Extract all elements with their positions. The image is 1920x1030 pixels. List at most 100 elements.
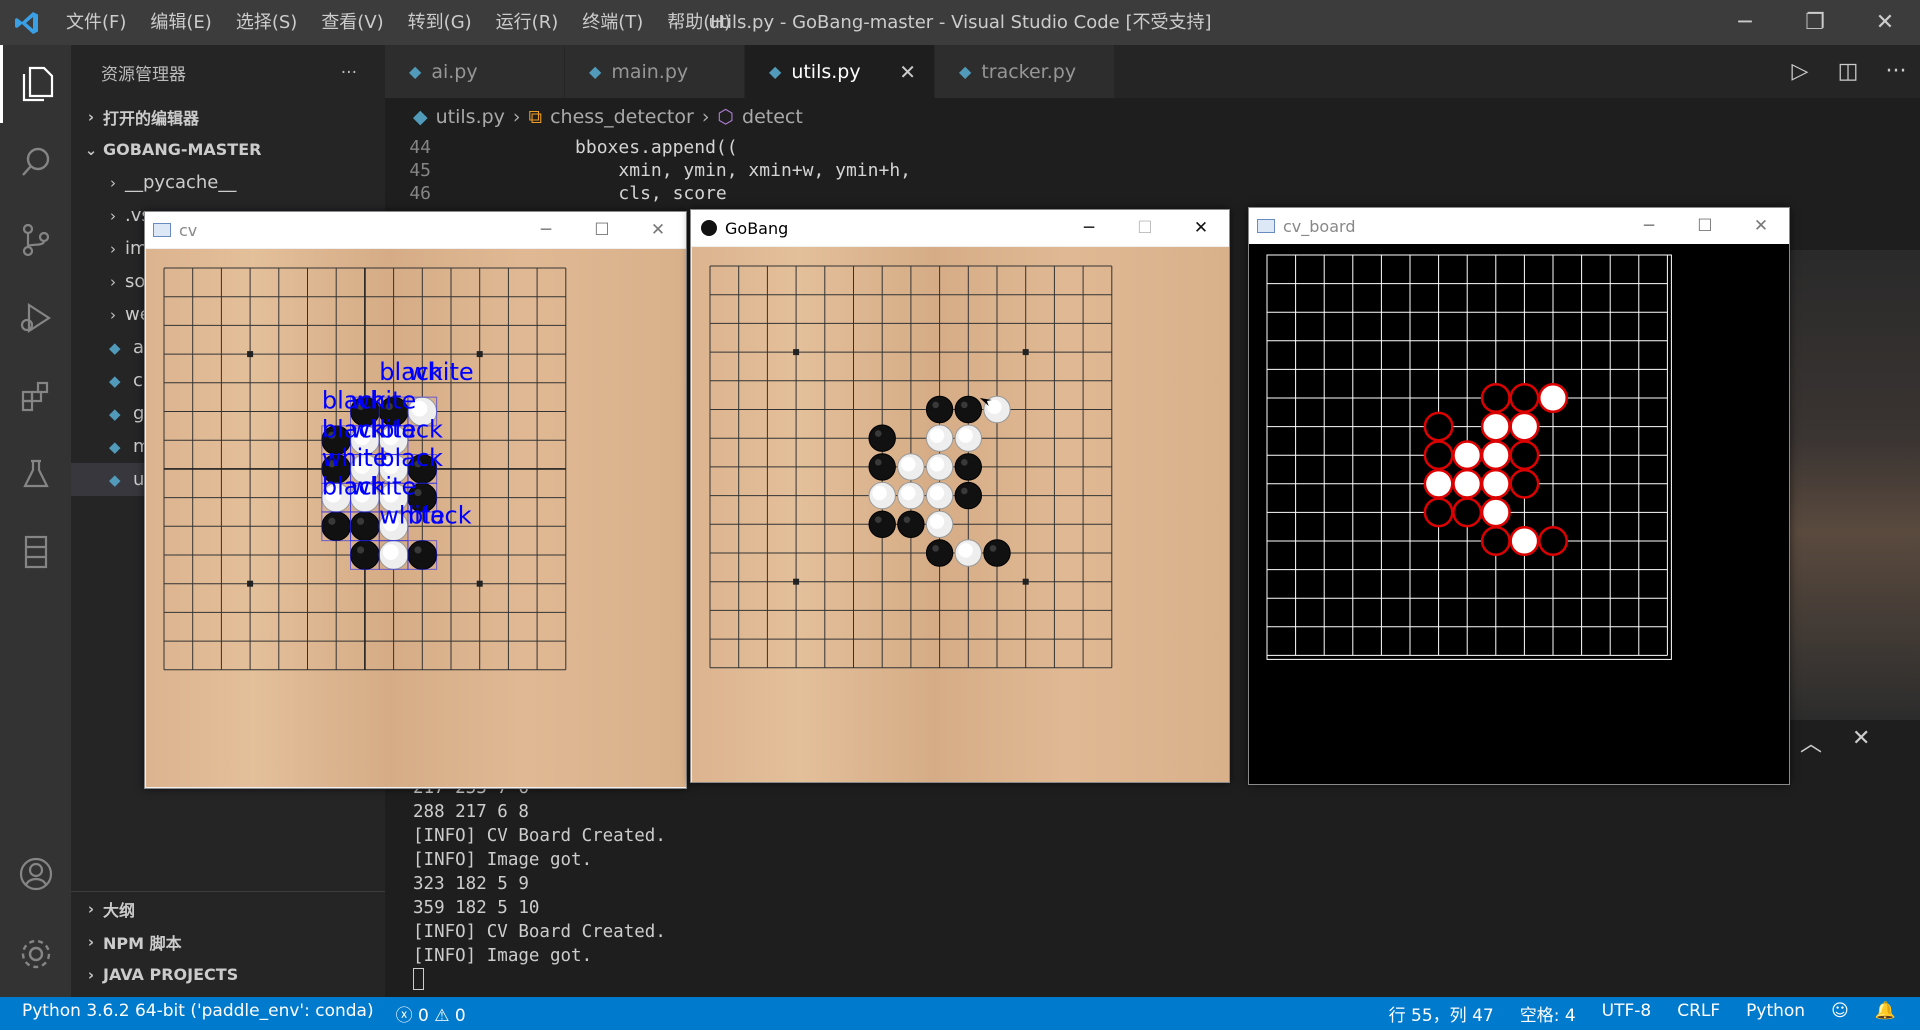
stone-highlight	[929, 456, 945, 472]
account-icon[interactable]	[0, 835, 71, 913]
maximize-panel-icon[interactable]: ︿	[1800, 726, 1822, 758]
split-editor-icon[interactable]: ◫	[1824, 59, 1872, 84]
menu-item[interactable]: 编辑(E)	[138, 0, 223, 45]
minimize-button[interactable]: ─	[518, 212, 574, 248]
run-icon[interactable]: ▷	[1776, 59, 1824, 84]
close-tab-icon[interactable]: ✕	[899, 60, 916, 84]
close-button[interactable]: ✕	[1733, 208, 1789, 244]
more-actions-icon[interactable]: ···	[341, 63, 357, 83]
black-stone	[868, 424, 896, 452]
source-control-icon[interactable]	[0, 201, 71, 279]
close-panel-icon[interactable]: ✕	[1852, 726, 1870, 758]
maximize-button[interactable]: ☐	[574, 212, 630, 248]
more-icon[interactable]: ···	[1872, 59, 1920, 84]
menu-item[interactable]: 文件(F)	[54, 0, 138, 45]
project-section[interactable]: ⌄ GOBANG-MASTER	[71, 133, 385, 166]
close-button[interactable]: ✕	[1850, 0, 1920, 45]
close-button[interactable]: ✕	[630, 212, 686, 248]
maximize-button[interactable]: ☐	[1677, 208, 1733, 244]
chevron-down-icon: ⌄	[84, 140, 98, 159]
search-icon[interactable]	[0, 123, 71, 201]
language-mode[interactable]: Python	[1746, 1001, 1805, 1026]
terminal-output[interactable]: 217 233 7 6288 217 6 8[INFO] CV Board Cr…	[413, 776, 666, 990]
stone-highlight	[932, 401, 939, 409]
code-view[interactable]: 44 bboxes.append((45 xmin, ymin, xmin+w,…	[385, 136, 1920, 205]
black-stone	[1423, 497, 1454, 528]
explorer-icon[interactable]	[0, 45, 71, 123]
star-point	[1022, 578, 1029, 585]
sidebar-bottom-section[interactable]: › 大纲	[71, 892, 385, 925]
black-stone	[1423, 440, 1454, 471]
terminal-cursor	[413, 968, 424, 990]
black-stone	[954, 453, 983, 481]
close-button[interactable]: ✕	[1173, 210, 1229, 246]
minimize-button[interactable]: ─	[1061, 210, 1117, 246]
stone-highlight	[357, 546, 365, 554]
vscode-window: 文件(F) 编辑(E) 选择(S) 查看(V) 转到(G) 运行(R) 终端(T) 帮助(H)…	[0, 0, 1920, 1030]
python-file-icon: ◆	[769, 62, 782, 81]
breadcrumb-item[interactable]: utils.py	[436, 106, 505, 128]
problems-indicator[interactable]: ⓧ 0 ⚠ 0	[396, 1001, 466, 1026]
notebook-icon[interactable]	[0, 513, 71, 591]
cursor-position[interactable]: 行 55，列 47	[1389, 1001, 1494, 1026]
cv-window-titlebar: cv ─ ☐ ✕	[145, 212, 686, 248]
black-stone	[954, 481, 983, 510]
stone-highlight	[929, 485, 945, 501]
line-ending[interactable]: CRLF	[1677, 1001, 1720, 1026]
cv-window: cv ─ ☐ ✕ black white black white black white bla…	[144, 211, 687, 789]
game-board[interactable]	[692, 247, 1229, 782]
python-file-icon: ◆	[589, 62, 602, 81]
run-debug-icon[interactable]	[0, 279, 71, 357]
settings-gear-icon[interactable]	[0, 915, 71, 993]
testing-icon[interactable]	[0, 435, 71, 513]
white-stone	[1452, 468, 1483, 499]
method-icon: ⬡	[717, 106, 735, 128]
restore-button[interactable]: ❐	[1780, 0, 1850, 45]
open-editors-section[interactable]: › 打开的编辑器	[71, 100, 385, 133]
editor-tab[interactable]: ◆ main.py	[565, 45, 745, 98]
extensions-icon[interactable]	[0, 357, 71, 435]
minimize-button[interactable]: ─	[1621, 208, 1677, 244]
file-tree-item[interactable]: › __pycache__	[71, 166, 385, 199]
explorer-title: 资源管理器	[101, 65, 186, 85]
chevron-right-icon: ›	[110, 239, 116, 258]
menu-item[interactable]: 帮助(H)	[655, 0, 743, 45]
terminal-line: 359 182 5 10	[413, 898, 540, 918]
stone-highlight	[357, 517, 365, 525]
chevron-right-icon: ›	[110, 305, 116, 324]
detection-label: black	[379, 415, 443, 443]
python-interpreter[interactable]: Python 3.6.2 64-bit ('paddle_env': conda…	[22, 1001, 374, 1026]
editor-tab[interactable]: ◆ tracker.py	[935, 45, 1115, 98]
minimize-button[interactable]: ─	[1710, 0, 1780, 45]
menu-item[interactable]: 运行(R)	[484, 0, 571, 45]
feedback-icon[interactable]: ☺	[1831, 1001, 1849, 1026]
stone-highlight	[874, 516, 882, 523]
breadcrumb-item[interactable]: detect	[742, 106, 803, 128]
detection-label: white	[408, 358, 474, 386]
window-icon	[1257, 219, 1275, 233]
menu-item[interactable]: 查看(V)	[309, 0, 395, 45]
tab-label: ai.py	[431, 60, 478, 83]
breadcrumb-item[interactable]: chess_detector	[550, 106, 694, 128]
menu-item[interactable]: 转到(G)	[396, 0, 484, 45]
terminal-line: [INFO] Image got.	[413, 850, 593, 870]
encoding[interactable]: UTF-8	[1602, 1001, 1652, 1026]
indentation[interactable]: 空格: 4	[1520, 1001, 1576, 1026]
sidebar-bottom-section[interactable]: › JAVA PROJECTS	[71, 958, 385, 991]
title-bar: 文件(F) 编辑(E) 选择(S) 查看(V) 转到(G) 运行(R) 终端(T) 帮助(H)…	[0, 0, 1920, 45]
menu-item[interactable]: 选择(S)	[224, 0, 309, 45]
stone-highlight	[961, 401, 968, 409]
editor-tab[interactable]: ◆ utils.py ✕	[745, 45, 935, 98]
section-label: NPM 脚本	[103, 933, 182, 953]
notifications-icon[interactable]: 🔔	[1875, 1001, 1896, 1026]
menu-item[interactable]: 终端(T)	[570, 0, 655, 45]
sidebar-bottom-section[interactable]: › NPM 脚本	[71, 925, 385, 958]
background-image	[1790, 250, 1920, 720]
star-point	[476, 580, 483, 587]
chevron-right-icon: ›	[87, 932, 95, 951]
editor-tab[interactable]: ◆ ai.py	[385, 45, 565, 98]
game-board-canvas[interactable]	[692, 247, 1229, 782]
cv-board-window-titlebar: cv_board ─ ☐ ✕	[1249, 208, 1789, 244]
maximize-button[interactable]: ☐	[1117, 210, 1173, 246]
black-stone	[1423, 411, 1454, 442]
